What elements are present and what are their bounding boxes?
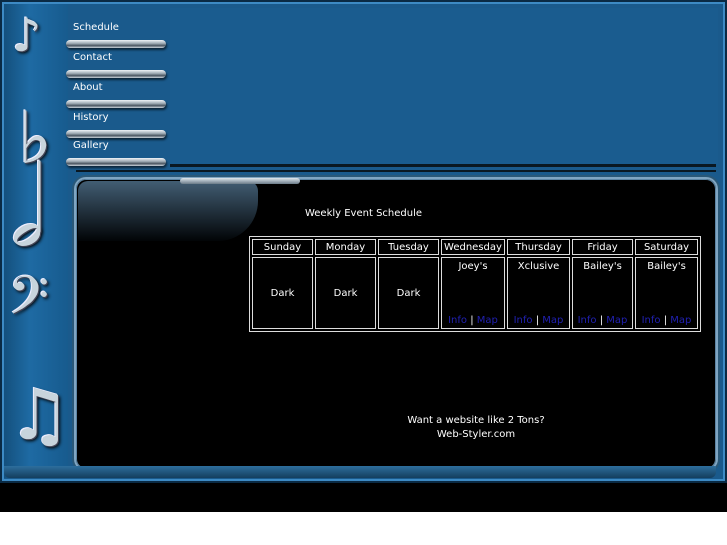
nav-bar-decor [66, 40, 166, 48]
day-header-friday: Friday [572, 239, 633, 255]
schedule-body-row: Dark Dark Dark Joey's Info | Map Xclusiv… [252, 257, 698, 329]
nav-label: Schedule [73, 22, 119, 33]
schedule-table: Sunday Monday Tuesday Wednesday Thursday… [249, 236, 701, 332]
footer: Want a website like 2 Tons? Web-Styler.c… [0, 414, 727, 442]
footer-tagline: Want a website like 2 Tons? [407, 415, 545, 426]
header-divider [170, 164, 716, 167]
day-cell-wednesday: Joey's Info | Map [441, 257, 505, 329]
schedule-title: Weekly Event Schedule [304, 208, 423, 219]
header-divider-lower [76, 170, 716, 172]
bass-clef-icon: 𝄢 [8, 266, 50, 340]
day-cell-friday: Bailey's Info | Map [572, 257, 633, 329]
link-separator: | [663, 315, 668, 326]
nav-label: Gallery [73, 140, 109, 151]
link-separator: | [599, 315, 604, 326]
nav-label: About [73, 82, 103, 93]
nav-item-gallery[interactable]: Gallery [66, 140, 166, 166]
venue-links: Info | Map [508, 315, 569, 326]
info-link[interactable]: Info [514, 315, 533, 326]
nav-bar-decor [66, 158, 166, 166]
venue-name: Bailey's [647, 261, 686, 272]
map-link[interactable]: Map [670, 315, 691, 326]
bottom-bar [0, 483, 727, 512]
day-header-wednesday: Wednesday [441, 239, 505, 255]
venue-name: Xclusive [517, 261, 560, 272]
nav-label: Contact [73, 52, 112, 63]
nav-item-schedule[interactable]: Schedule [66, 22, 166, 48]
footer-link[interactable]: Web-Styler.com [0, 428, 727, 442]
schedule-header-row: Sunday Monday Tuesday Wednesday Thursday… [252, 239, 698, 255]
day-cell-sunday: Dark [252, 257, 313, 329]
day-header-thursday: Thursday [507, 239, 570, 255]
venue-links: Info | Map [636, 315, 697, 326]
nav-item-about[interactable]: About [66, 82, 166, 108]
main-nav: Schedule Contact About History Gallery [66, 12, 170, 172]
venue-name: Bailey's [583, 261, 622, 272]
panel-rail-decor [180, 178, 300, 184]
info-link[interactable]: Info [448, 315, 467, 326]
nav-bar-decor [66, 130, 166, 138]
venue-links: Info | Map [442, 315, 504, 326]
nav-label: History [73, 112, 109, 123]
venue-name: Joey's [458, 261, 488, 272]
venue-links: Info | Map [573, 315, 632, 326]
day-header-sunday: Sunday [252, 239, 313, 255]
frame-bottom-edge [4, 466, 716, 478]
nav-bar-decor [66, 70, 166, 78]
day-header-tuesday: Tuesday [378, 239, 439, 255]
info-link[interactable]: Info [642, 315, 661, 326]
half-note-icon: 𝅗𝅥 [10, 143, 45, 271]
eighth-note-icon: ♪ [12, 8, 42, 62]
link-separator: | [535, 315, 540, 326]
header-band [170, 8, 718, 164]
map-link[interactable]: Map [606, 315, 627, 326]
day-header-monday: Monday [315, 239, 376, 255]
map-link[interactable]: Map [477, 315, 498, 326]
nav-item-contact[interactable]: Contact [66, 52, 166, 78]
nav-bar-decor [66, 100, 166, 108]
nav-item-history[interactable]: History [66, 112, 166, 138]
link-separator: | [470, 315, 474, 326]
day-cell-saturday: Bailey's Info | Map [635, 257, 698, 329]
day-cell-thursday: Xclusive Info | Map [507, 257, 570, 329]
left-decor-strip: ♪ ♭ 𝅗𝅥 𝄢 ♫ [4, 4, 71, 478]
day-cell-monday: Dark [315, 257, 376, 329]
map-link[interactable]: Map [542, 315, 563, 326]
info-link[interactable]: Info [578, 315, 597, 326]
day-header-saturday: Saturday [635, 239, 698, 255]
day-cell-tuesday: Dark [378, 257, 439, 329]
